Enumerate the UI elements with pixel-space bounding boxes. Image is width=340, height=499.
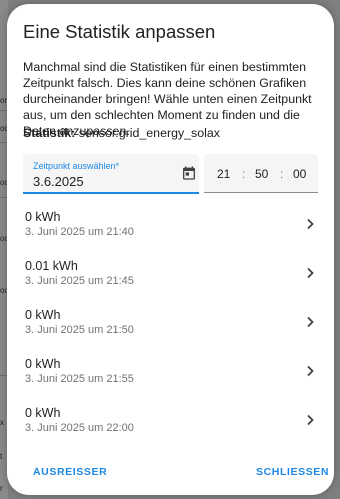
background-text: r <box>0 484 3 493</box>
statistic-id: sensor.grid_energy_solax <box>78 126 220 140</box>
date-picker-field[interactable]: Zeitpunkt auswählen* 3.6.2025 <box>23 154 199 194</box>
entry-timestamp: 3. Juni 2025 um 21:40 <box>25 226 134 238</box>
adjust-statistic-dialog: Eine Statistik anpassen Manchmal sind di… <box>7 4 334 495</box>
entry-value: 0.01 kWh <box>25 259 78 273</box>
time-separator: : <box>242 167 246 181</box>
time-picker-field: 21 : 50 : 00 <box>204 154 318 193</box>
entry-timestamp: 3. Juni 2025 um 21:55 <box>25 373 134 385</box>
statistic-entry[interactable]: 0.01 kWh 3. Juni 2025 um 21:45 <box>7 250 334 299</box>
dialog-title: Eine Statistik anpassen <box>23 21 216 42</box>
entry-timestamp: 3. Juni 2025 um 21:45 <box>25 275 134 287</box>
calendar-icon[interactable] <box>181 165 197 181</box>
minutes-input[interactable]: 50 <box>255 167 268 181</box>
hours-input[interactable]: 21 <box>217 167 230 181</box>
seconds-input[interactable]: 00 <box>293 167 306 181</box>
date-picker-label: Zeitpunkt auswählen* <box>33 161 120 171</box>
time-separator: : <box>280 167 284 181</box>
background-text: x <box>0 418 4 427</box>
statistic-label: Statistik: <box>23 126 76 140</box>
close-button[interactable]: SCHLIESSEN <box>256 466 329 478</box>
chevron-right-icon <box>307 267 314 279</box>
entry-value: 0 kWh <box>25 406 61 420</box>
statistic-entry[interactable]: 0 kWh 3. Juni 2025 um 21:50 <box>7 299 334 348</box>
background-text: t <box>0 452 3 461</box>
entry-value: 0 kWh <box>25 357 61 371</box>
entry-value: 0 kWh <box>25 308 61 322</box>
entry-value: 0 kWh <box>25 210 61 224</box>
statistic-info: Statistik: sensor.grid_energy_solax <box>23 126 323 140</box>
statistic-entry[interactable]: 0 kWh 3. Juni 2025 um 21:40 <box>7 201 334 250</box>
chevron-right-icon <box>307 414 314 426</box>
outlier-button[interactable]: AUSREISSER <box>33 466 107 478</box>
statistic-entry[interactable]: 0 kWh 3. Juni 2025 um 21:55 <box>7 348 334 397</box>
chevron-right-icon <box>307 218 314 230</box>
chevron-right-icon <box>307 365 314 377</box>
chevron-right-icon <box>307 316 314 328</box>
entry-timestamp: 3. Juni 2025 um 21:50 <box>25 324 134 336</box>
entry-timestamp: 3. Juni 2025 um 22:00 <box>25 422 134 434</box>
date-picker-value[interactable]: 3.6.2025 <box>33 174 84 189</box>
statistic-entry[interactable]: 0 kWh 3. Juni 2025 um 22:00 <box>7 397 334 446</box>
